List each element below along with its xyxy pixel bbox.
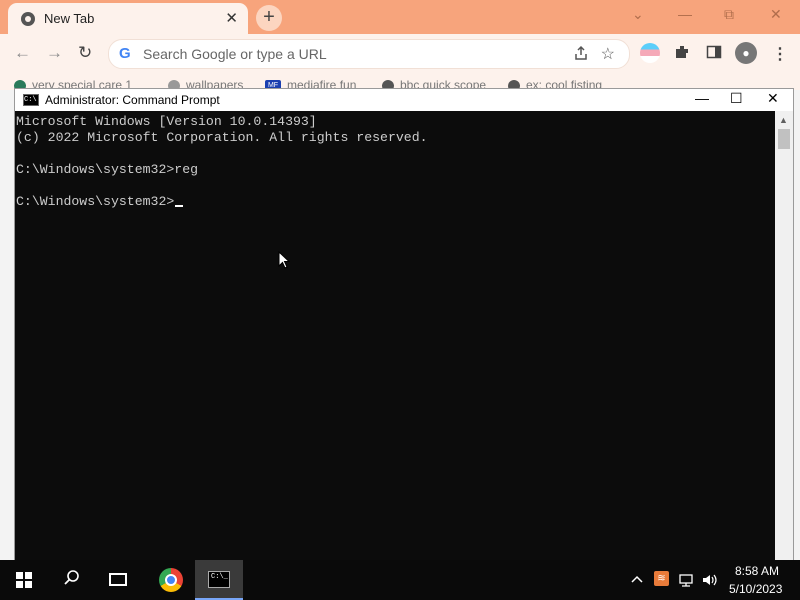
network-icon[interactable]	[678, 573, 694, 587]
console-line: (c) 2022 Microsoft Corporation. All righ…	[16, 130, 428, 145]
scroll-up-arrow-icon[interactable]: ▲	[779, 115, 788, 125]
bookmark-star-icon[interactable]: ☆	[601, 44, 615, 64]
browser-tabstrip: New Tab ✕ + ⌄ — ⧉ ✕	[0, 0, 800, 34]
extensions-icon[interactable]	[674, 44, 690, 60]
console-scrollbar[interactable]: ▲	[775, 111, 793, 561]
cmd-app-icon: C:\	[23, 94, 39, 106]
taskbar: C:\_ ≋ 8:58 AM 5/10/2023	[0, 560, 800, 600]
share-icon[interactable]	[573, 45, 589, 61]
console-line: C:\Windows\system32>reg	[16, 162, 199, 177]
tab-title: New Tab	[44, 11, 95, 26]
address-bar[interactable]: G Search Google or type a URL ☆	[108, 39, 630, 69]
menu-kebab-icon[interactable]: ⋮	[772, 44, 788, 64]
cmd-taskbar-icon: C:\_	[208, 571, 230, 588]
scrollbar-thumb[interactable]	[778, 129, 790, 149]
tray-app-icon[interactable]: ≋	[654, 571, 669, 586]
tab-close-icon[interactable]: ✕	[225, 9, 238, 27]
close-window-icon[interactable]: ✕	[770, 6, 782, 23]
new-tab-button[interactable]: +	[256, 5, 282, 31]
windows-logo-icon	[16, 572, 32, 588]
clock-time[interactable]: 8:58 AM	[735, 564, 779, 578]
cmd-minimize-icon[interactable]: —	[695, 90, 709, 106]
command-prompt-window[interactable]: C:\ Administrator: Command Prompt — ☐ ✕ …	[14, 88, 794, 562]
side-panel-icon[interactable]	[706, 44, 722, 60]
avatar-icon[interactable]: ●	[735, 42, 757, 64]
show-hidden-icons-chevron-icon[interactable]	[631, 574, 643, 584]
console-output[interactable]: Microsoft Windows [Version 10.0.14393] (…	[15, 111, 775, 561]
task-view-icon	[109, 573, 127, 586]
profile-flag-icon[interactable]	[640, 43, 660, 63]
reload-icon[interactable]: ↻	[78, 43, 92, 63]
back-icon[interactable]: ←	[14, 43, 31, 63]
cmd-window-title: Administrator: Command Prompt	[45, 93, 220, 107]
cmd-titlebar[interactable]: C:\ Administrator: Command Prompt — ☐ ✕	[15, 89, 793, 111]
browser-toolbar: ← → ↻ G Search Google or type a URL ☆ ● …	[0, 34, 800, 72]
taskbar-search-button[interactable]	[48, 560, 96, 600]
start-button[interactable]	[0, 560, 48, 600]
search-icon	[64, 570, 79, 585]
clock-date[interactable]: 5/10/2023	[729, 582, 782, 596]
console-prompt-line[interactable]: C:\Windows\system32>	[15, 194, 775, 210]
task-view-button[interactable]	[96, 560, 144, 600]
address-placeholder: Search Google or type a URL	[143, 46, 327, 62]
google-icon: G	[119, 45, 131, 62]
console-line: Microsoft Windows [Version 10.0.14393]	[16, 114, 317, 129]
chrome-favicon-icon	[21, 12, 35, 26]
cmd-close-icon[interactable]: ✕	[767, 90, 779, 107]
forward-icon[interactable]: →	[46, 43, 63, 63]
tab-search-icon[interactable]: ⌄	[632, 6, 644, 23]
chrome-logo-icon	[159, 568, 183, 592]
cmd-maximize-icon[interactable]: ☐	[730, 90, 743, 107]
minimize-icon[interactable]: —	[678, 6, 692, 22]
text-cursor	[175, 205, 184, 207]
mouse-pointer-icon	[278, 251, 290, 269]
tab-new-tab[interactable]: New Tab ✕	[8, 3, 248, 34]
console-prompt: C:\Windows\system32>	[16, 194, 175, 209]
taskbar-chrome-app[interactable]	[147, 560, 195, 600]
volume-icon[interactable]	[702, 573, 718, 587]
restore-icon[interactable]: ⧉	[724, 6, 734, 23]
taskbar-cmd-app[interactable]: C:\_	[195, 560, 243, 600]
